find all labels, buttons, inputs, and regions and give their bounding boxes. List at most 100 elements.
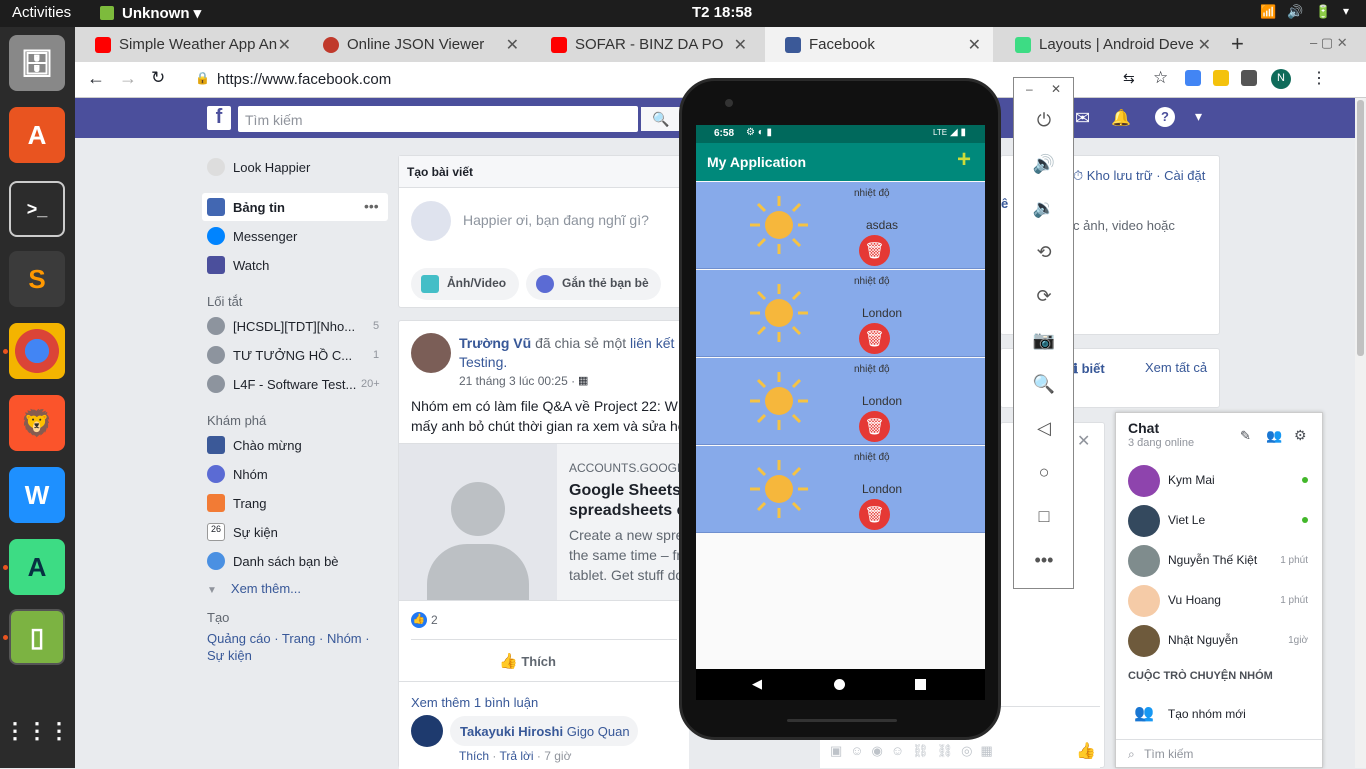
add-button[interactable]: + [957, 146, 971, 174]
terminal-icon[interactable]: >_ [9, 181, 65, 237]
chat-user[interactable]: Kym Mai [1128, 463, 1308, 499]
page-scrollbar[interactable] [1355, 98, 1366, 768]
back-icon[interactable]: ← [87, 68, 105, 89]
help-icon[interactable]: ? [1155, 107, 1175, 127]
chat-search-input[interactable]: ⌕ Tìm kiếm [1116, 739, 1322, 769]
more-comments-link[interactable]: Xem thêm 1 bình luận [411, 695, 538, 710]
new-group-icon[interactable]: 👥 [1266, 428, 1282, 444]
weather-row[interactable]: nhiệt độ asdas 🗑 [696, 182, 985, 269]
wps-icon[interactable]: W [9, 467, 65, 523]
more-icon[interactable]: ••• [1032, 550, 1056, 574]
android-studio-icon[interactable]: A [9, 539, 65, 595]
search-icon[interactable]: 🔍 [641, 107, 681, 131]
shortcut-item[interactable]: TƯ TƯỞNG HỒ C... [207, 346, 352, 364]
translate-icon[interactable]: ⇆ [1123, 70, 1135, 87]
explore-friend-lists[interactable]: Danh sách bạn bè [207, 552, 339, 570]
chat-user[interactable]: Nhật Nguyễn 1giờ [1128, 623, 1308, 659]
account-menu-icon[interactable]: ▾ [1195, 108, 1202, 125]
lock-icon[interactable]: 🔒 [195, 71, 210, 85]
like-reaction-icon[interactable]: 👍 [411, 612, 427, 628]
tab-facebook[interactable]: Facebook ✕ [765, 27, 993, 62]
link-preview[interactable]: ACCOUNTS.GOOGL Google Sheets spreadsheets… [399, 443, 689, 601]
photo-video-button[interactable]: Ảnh/Video [411, 268, 519, 300]
tab-json[interactable]: Online JSON Viewer ✕ [303, 27, 531, 62]
window-controls[interactable]: – ▢ ✕ [1310, 27, 1360, 62]
tab-weather[interactable]: Simple Weather App An ✕ [75, 27, 303, 62]
software-center-icon[interactable]: A [9, 107, 65, 163]
explore-groups[interactable]: Nhóm [207, 465, 268, 483]
tag-friends-button[interactable]: Gắn thẻ bạn bè [526, 268, 661, 300]
nav-messenger[interactable]: Messenger [207, 227, 297, 245]
google-translate-ext-icon[interactable] [1185, 70, 1201, 86]
rotate-right-icon[interactable]: ⟳ [1032, 286, 1056, 310]
notifications-icon[interactable]: 🔔 [1111, 108, 1131, 128]
create-group-button[interactable]: 👥 Tạo nhóm mới [1134, 703, 1246, 723]
tab-layouts[interactable]: Layouts | Android Deve ✕ [995, 27, 1223, 62]
chat-user[interactable]: Viet Le [1128, 503, 1308, 539]
post-group[interactable]: Testing. [459, 354, 507, 370]
system-menu-icon[interactable]: ▾ [1343, 4, 1349, 18]
rotate-left-icon[interactable]: ⟲ [1032, 242, 1056, 266]
facebook-logo[interactable]: f [207, 106, 231, 130]
close-icon[interactable]: ✕ [1198, 35, 1211, 55]
home-icon[interactable]: ○ [1032, 462, 1056, 486]
avatar[interactable] [411, 715, 443, 747]
app-menu[interactable]: Unknown ▾ [122, 4, 201, 22]
brave-icon[interactable]: 🦁 [9, 395, 65, 451]
files-icon[interactable]: 🗄 [9, 35, 65, 91]
close-icon[interactable]: ✕ [968, 35, 981, 55]
nav-home-icon[interactable] [834, 679, 845, 690]
volume-down-icon[interactable]: 🔉 [1032, 198, 1056, 222]
weather-row[interactable]: nhiệt độ London 🗑 [696, 446, 985, 533]
like-count[interactable]: 2 [431, 613, 438, 627]
delete-button[interactable]: 🗑 [859, 499, 890, 530]
see-more-link[interactable]: ▼ Xem thêm... [207, 581, 301, 596]
thumbs-up-icon[interactable]: 👍 [1076, 741, 1096, 761]
explore-welcome[interactable]: Chào mừng [207, 436, 302, 454]
delete-button[interactable]: 🗑 [859, 323, 890, 354]
volume-icon[interactable]: 🔊 [1287, 4, 1303, 20]
shortcut-item[interactable]: L4F - Software Test... [207, 375, 356, 393]
see-all-link[interactable]: Xem tất cả [1145, 360, 1207, 375]
delete-button[interactable]: 🗑 [859, 411, 890, 442]
extension-icon[interactable] [1213, 70, 1229, 86]
overview-icon[interactable]: □ [1032, 506, 1056, 530]
chat-toolbar-icons[interactable]: ▣☺◉☺⛓⛓◎▦ [830, 743, 1001, 759]
bookmark-star-icon[interactable]: ☆ [1153, 68, 1168, 88]
avatar[interactable] [411, 333, 451, 373]
shortcut-item[interactable]: [HCSDL][TDT][Nho... [207, 317, 355, 335]
search-input[interactable]: Tìm kiếm [238, 106, 638, 132]
close-icon[interactable]: ✕ [1077, 431, 1090, 451]
settings-gear-icon[interactable]: ⚙ [1294, 427, 1307, 444]
chat-user[interactable]: Vu Hoang 1 phút [1128, 583, 1308, 619]
nav-news-feed[interactable]: Bảng tin [207, 198, 285, 216]
reload-icon[interactable]: ↻ [151, 68, 165, 88]
audience-icon[interactable]: ▦ [578, 374, 588, 387]
profile-avatar[interactable]: N [1271, 69, 1291, 89]
nav-recents-icon[interactable] [915, 679, 926, 690]
close-icon[interactable]: ✕ [1051, 82, 1061, 96]
new-tab-button[interactable]: + [1231, 27, 1261, 62]
zoom-icon[interactable]: 🔍 [1032, 374, 1056, 398]
delete-button[interactable]: 🗑 [859, 235, 890, 266]
profile-link[interactable]: Look Happier [207, 158, 310, 176]
post-link[interactable]: liên kết [630, 335, 674, 351]
chat-user[interactable]: Nguyễn Thế Kiệt 1 phút [1128, 543, 1308, 579]
more-options-icon[interactable]: ••• [364, 198, 379, 214]
battery-icon[interactable]: 🔋 [1315, 4, 1331, 20]
tab-sofar[interactable]: SOFAR - BINZ DA PO ✕ [531, 27, 759, 62]
compose-icon[interactable]: ✎ [1240, 428, 1251, 444]
menu-icon[interactable]: ⋮ [1311, 68, 1327, 88]
volume-up-icon[interactable]: 🔊 [1032, 154, 1056, 178]
post-author[interactable]: Trường Vũ [459, 335, 531, 351]
emulator-icon[interactable]: ▯ [9, 609, 65, 665]
nav-watch[interactable]: Watch [207, 256, 269, 274]
forward-icon[interactable]: → [119, 68, 137, 89]
chrome-icon[interactable] [9, 323, 65, 379]
clock[interactable]: T2 18:58 [692, 4, 752, 21]
commenter-name[interactable]: Takayuki Hiroshi [460, 724, 563, 739]
composer-input[interactable]: Happier ơi, bạn đang nghĩ gì? [463, 212, 649, 228]
explore-pages[interactable]: Trang [207, 494, 266, 512]
power-icon[interactable]: ⏻ [1032, 110, 1056, 134]
explore-events[interactable]: 26 Sự kiện [207, 523, 278, 541]
